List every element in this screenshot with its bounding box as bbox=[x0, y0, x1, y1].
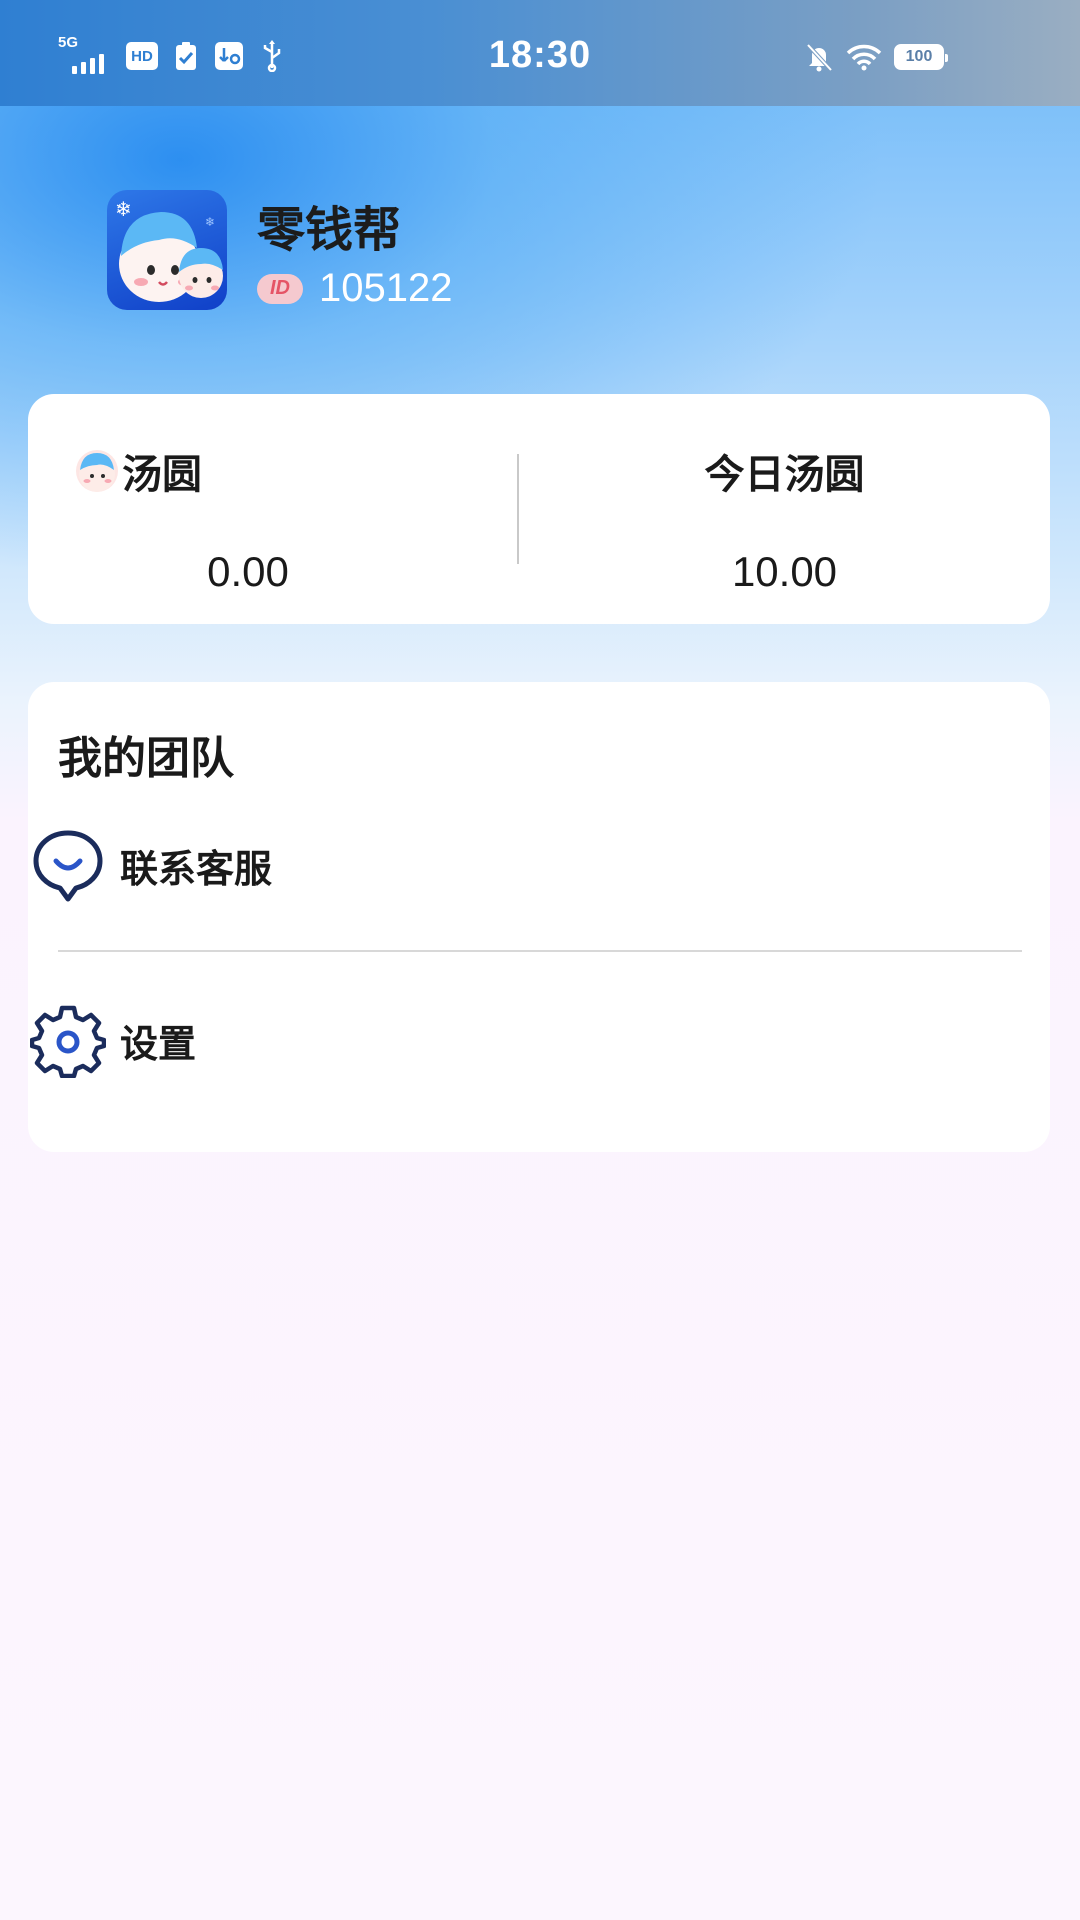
tangyuan-value: 0.00 bbox=[207, 548, 289, 595]
today-tangyuan-value: 10.00 bbox=[731, 548, 838, 595]
status-icons-right: 100 bbox=[804, 42, 948, 72]
contact-service-label: 联系客服 bbox=[120, 846, 273, 891]
menu-item-contact-service[interactable]: 联系客服 bbox=[30, 810, 992, 920]
tangyuan-icon bbox=[76, 450, 118, 492]
svg-text:❄: ❄ bbox=[115, 197, 132, 221]
menu-item-settings[interactable]: 设置 bbox=[30, 985, 992, 1095]
id-badge: ID bbox=[257, 273, 303, 304]
tangyuan-label-text: 汤圆 bbox=[122, 452, 202, 498]
svg-text:❄: ❄ bbox=[205, 215, 215, 229]
balance-card: 汤圆 0.00 今日汤圆 10.00 bbox=[28, 394, 1050, 624]
gear-icon bbox=[30, 1002, 106, 1078]
status-bar: 5G HD 18:30 100 bbox=[0, 0, 1080, 106]
team-title[interactable]: 我的团队 bbox=[58, 722, 234, 786]
settings-label: 设置 bbox=[120, 1021, 197, 1066]
tangyuan-balance[interactable]: 汤圆 0.00 bbox=[28, 394, 539, 624]
chat-bubble-icon bbox=[30, 827, 106, 903]
today-tangyuan-label: 今日汤圆 bbox=[704, 452, 865, 498]
battery-icon: 100 bbox=[894, 44, 948, 70]
tangyuan-label: 汤圆 bbox=[76, 442, 202, 500]
balance-divider bbox=[517, 454, 519, 564]
wifi-icon bbox=[846, 43, 882, 71]
profile-header: ❄ ❄ 零钱帮 ID 105122 bbox=[107, 190, 452, 310]
app-avatar[interactable]: ❄ ❄ bbox=[107, 190, 227, 310]
user-id-row: ID 105122 bbox=[257, 266, 452, 311]
user-id-value[interactable]: 105122 bbox=[319, 266, 452, 311]
bell-muted-icon bbox=[804, 42, 834, 72]
today-tangyuan-balance[interactable]: 今日汤圆 10.00 bbox=[539, 394, 1050, 624]
menu-divider bbox=[58, 950, 1022, 952]
app-name: 零钱帮 bbox=[257, 202, 402, 258]
